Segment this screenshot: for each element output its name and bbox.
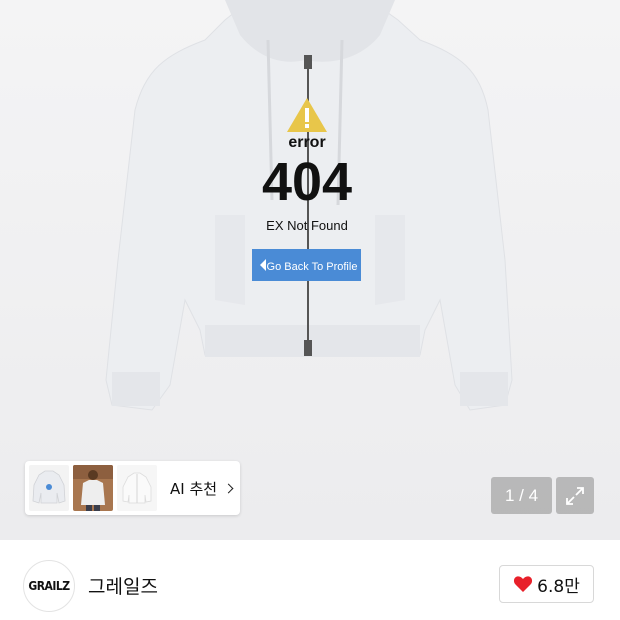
print-button-text: Go Back To Profile (267, 261, 358, 273)
image-counter: 1 / 4 (491, 477, 552, 514)
hoodie-image: error 404 EX Not Found Go Back To Profil… (105, 0, 513, 411)
print-code: 404 (262, 152, 352, 212)
product-image[interactable]: error 404 EX Not Found Go Back To Profil… (0, 0, 620, 540)
chevron-right-icon (223, 483, 234, 493)
like-button[interactable]: 6.8만 (499, 565, 594, 603)
ai-recommend-strip[interactable]: AI 추천 (25, 461, 240, 515)
thumbnail-white-hoodie[interactable] (29, 465, 69, 511)
like-count: 6.8만 (537, 576, 580, 597)
print-subtitle: EX Not Found (266, 218, 348, 233)
seller-bar: GRAILZ 그레일즈 6.8만 (0, 540, 620, 620)
heart-icon (514, 576, 533, 592)
seller-avatar[interactable]: GRAILZ (23, 560, 75, 612)
seller-name[interactable]: 그레일즈 (88, 572, 158, 599)
seller-logo-text: GRAILZ (28, 579, 70, 593)
thumbnail-person-wearing[interactable] (73, 465, 113, 511)
ai-recommend-label: AI 추천 (170, 479, 218, 498)
expand-icon (566, 486, 584, 505)
thumbnail-white-jacket[interactable] (117, 465, 157, 511)
ai-recommend-link[interactable]: AI 추천 (170, 478, 234, 499)
expand-button[interactable] (556, 477, 594, 514)
print-error-word: error (288, 134, 325, 151)
